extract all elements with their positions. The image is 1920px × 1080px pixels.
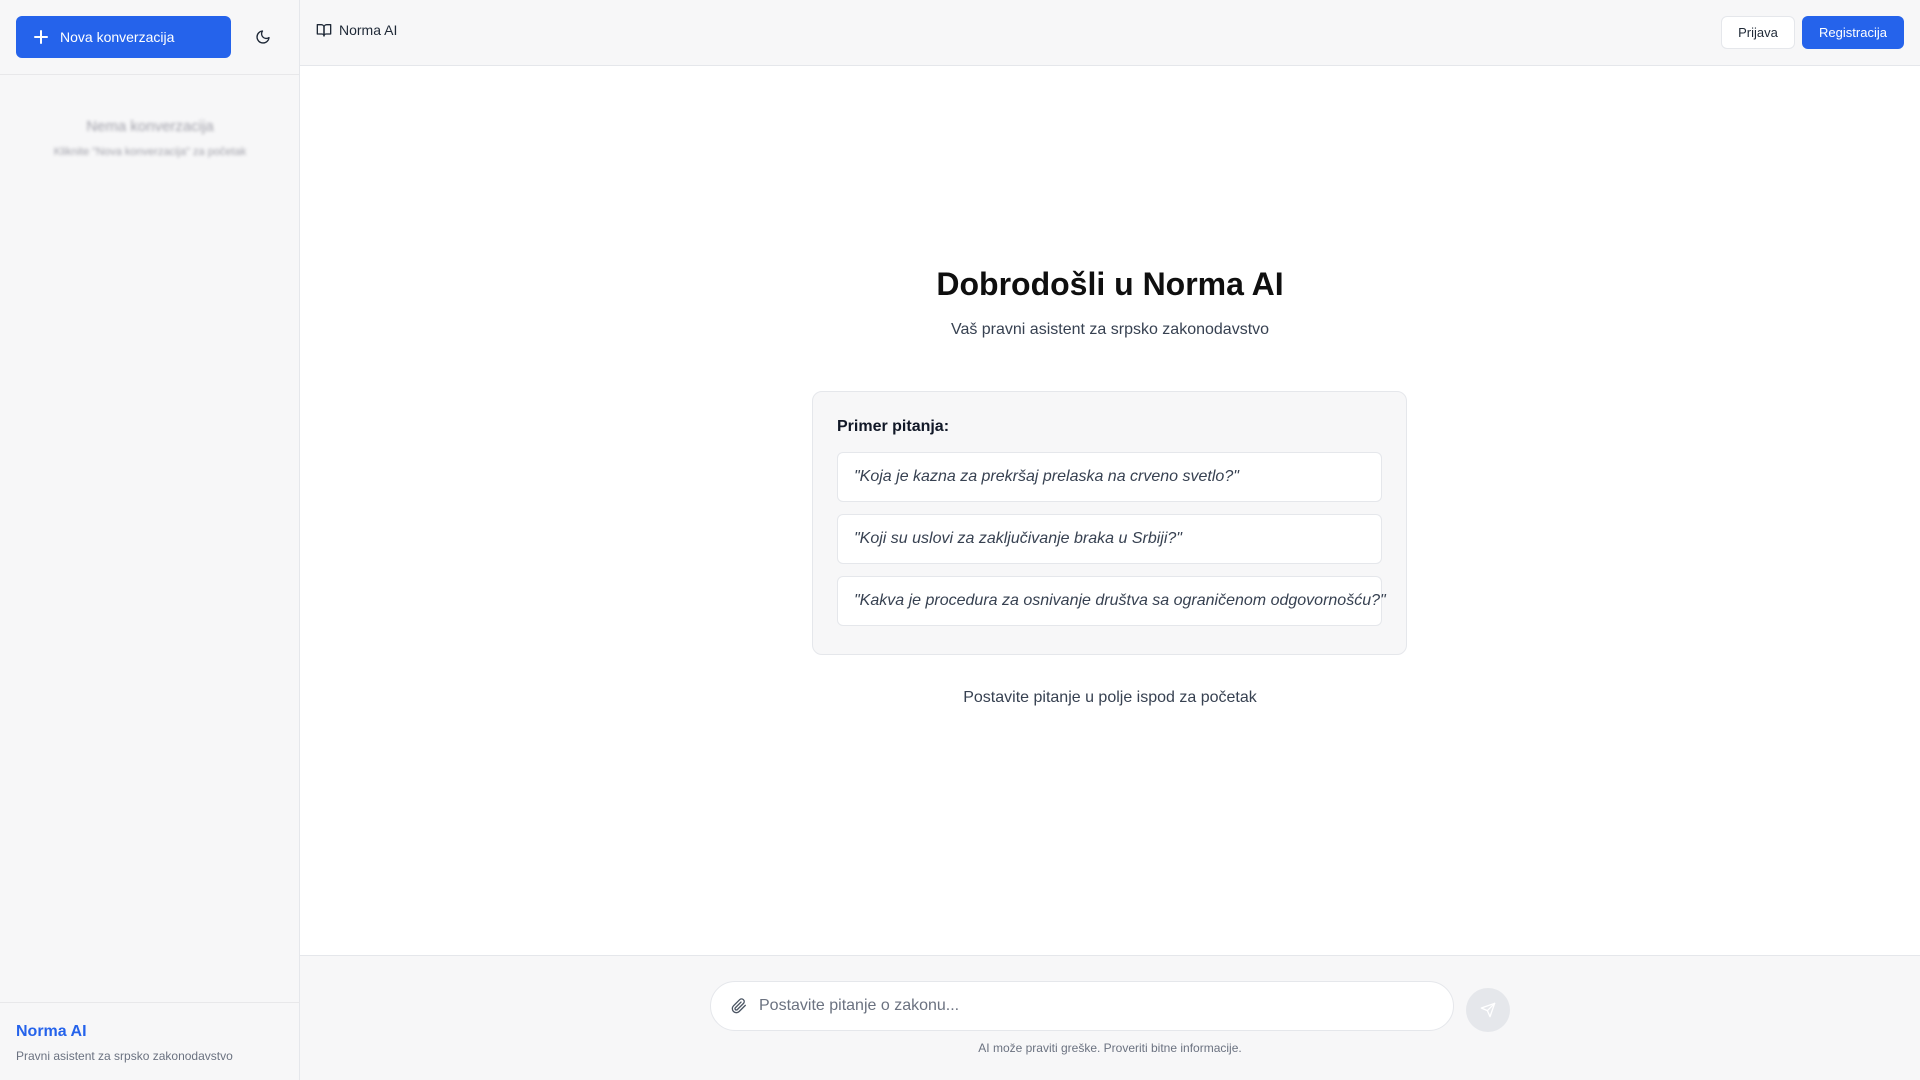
footer-brand: Norma AI [16, 1023, 87, 1040]
ai-disclaimer: AI može praviti greške. Proveriti bitne … [978, 1041, 1242, 1055]
sidebar-footer: Norma AI Pravni asistent za srpsko zakon… [0, 1002, 300, 1080]
moon-icon [256, 30, 270, 44]
footer-subtitle: Pravni asistent za srpsko zakonodavstvo [16, 1049, 233, 1063]
login-button[interactable]: Prijava [1721, 16, 1795, 49]
top-header: Norma AI Prijava Registracija [300, 0, 1920, 66]
empty-state-title: Nema konverzacija [86, 118, 214, 135]
plus-icon [34, 30, 48, 44]
empty-state-subtitle: Kliknite "Nova konverzacija" za početak [53, 146, 247, 158]
header-brand: Norma AI [316, 22, 397, 38]
new-conversation-label: Nova konverzacija [60, 29, 175, 45]
conversations-empty-state: Nema konverzacija Kliknite "Nova konverz… [0, 118, 300, 158]
main-content: Dobrodošli u Norma AI Vaš pravni asisten… [300, 66, 1920, 955]
sidebar-top: Nova konverzacija [0, 0, 299, 75]
message-input-wrapper [710, 981, 1454, 1031]
examples-heading: Primer pitanja: [837, 418, 950, 435]
example-question[interactable]: "Koja je kazna za prekršaj prelaska na c… [837, 452, 1382, 502]
example-question[interactable]: "Kakva je procedura za osnivanje društva… [837, 576, 1386, 626]
header-brand-label: Norma AI [339, 22, 398, 38]
welcome-subtitle: Vaš pravni asistent za srpsko zakonodavs… [950, 321, 1270, 338]
start-hint: Postavite pitanje u polje ispod za počet… [963, 689, 1257, 706]
paperclip-icon[interactable] [731, 998, 747, 1014]
example-questions-card: Primer pitanja: "Koja je kazna za prekrš… [812, 391, 1407, 655]
sidebar: Nova konverzacija Nema konverzacija Klik… [0, 0, 300, 1080]
message-composer: AI može praviti greške. Proveriti bitne … [300, 955, 1920, 1080]
send-icon [1480, 1002, 1496, 1018]
book-open-icon [316, 24, 332, 37]
send-button[interactable] [1466, 988, 1510, 1032]
register-button[interactable]: Registracija [1802, 16, 1904, 49]
message-input[interactable] [759, 997, 1419, 1015]
theme-toggle-button[interactable] [248, 21, 278, 53]
example-question[interactable]: "Koji su uslovi za zaključivanje braka u… [837, 514, 1382, 564]
new-conversation-button[interactable]: Nova konverzacija [16, 16, 231, 58]
welcome-title: Dobrodošli u Norma AI [936, 266, 1284, 302]
